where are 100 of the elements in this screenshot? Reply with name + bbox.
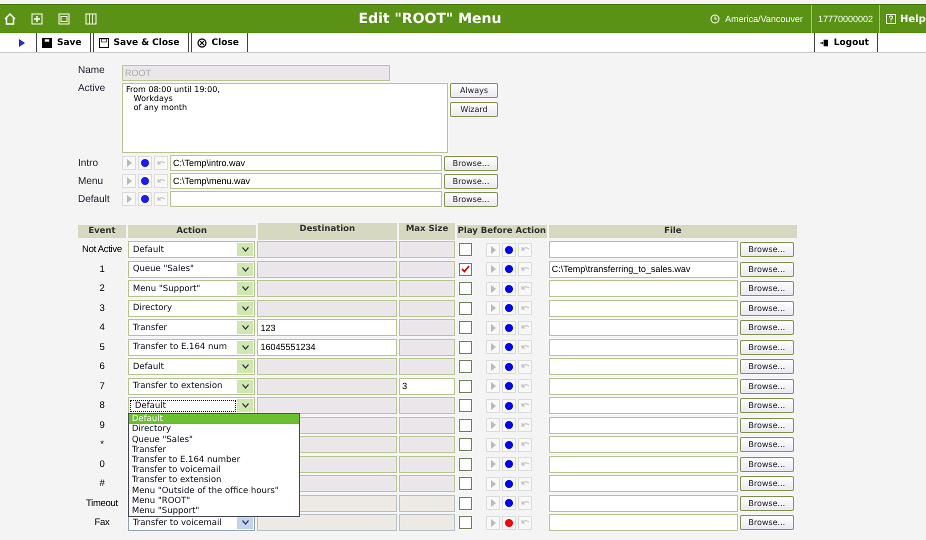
- action-dropdown[interactable]: Transfer: [128, 319, 256, 336]
- checkbox[interactable]: [459, 340, 472, 354]
- checkbox[interactable]: [459, 321, 472, 334]
- file-field[interactable]: C:\Temp\menu.wav: [170, 173, 442, 189]
- dropdown-option[interactable]: Menu "Outside of the office hours": [128, 486, 299, 496]
- file-field[interactable]: [170, 191, 442, 207]
- logout-button[interactable]: Logout: [814, 33, 878, 52]
- period-button[interactable]: Wizard: [450, 102, 498, 117]
- timezone-link[interactable]: America/Vancouver: [725, 14, 803, 24]
- action-dropdown[interactable]: Menu "Support": [128, 280, 256, 298]
- checkbox[interactable]: [459, 516, 472, 530]
- home-icon[interactable]: [4, 13, 16, 25]
- record-button[interactable]: [502, 340, 516, 354]
- max-size-field[interactable]: [399, 338, 456, 356]
- max-size-field[interactable]: [399, 358, 456, 376]
- browse-button[interactable]: Browse...: [740, 476, 794, 492]
- destination-field[interactable]: 123: [257, 319, 398, 336]
- dropdown-option[interactable]: Menu "Support": [128, 506, 299, 516]
- browse-button[interactable]: Browse...: [740, 515, 794, 530]
- checkbox[interactable]: [459, 418, 472, 432]
- file-field[interactable]: [548, 338, 738, 356]
- grid-icon[interactable]: [85, 13, 97, 25]
- destination-field[interactable]: [257, 397, 398, 414]
- checkbox[interactable]: [459, 477, 472, 490]
- file-field[interactable]: [548, 397, 738, 414]
- checkbox[interactable]: [459, 360, 472, 374]
- record-button[interactable]: [502, 516, 516, 530]
- max-size-field[interactable]: [399, 494, 456, 512]
- browse-button[interactable]: Browse...: [444, 174, 498, 188]
- checkbox[interactable]: [459, 496, 472, 510]
- record-button[interactable]: [502, 496, 516, 510]
- screen-icon[interactable]: [58, 13, 70, 25]
- save-close-button[interactable]: Save & Close: [92, 33, 189, 52]
- max-size-field[interactable]: [399, 260, 456, 278]
- play-button[interactable]: [486, 516, 500, 530]
- file-field[interactable]: [548, 514, 738, 532]
- browse-button[interactable]: Browse...: [740, 300, 794, 316]
- record-button[interactable]: [502, 398, 516, 413]
- dropdown-option[interactable]: Menu "ROOT": [128, 496, 299, 506]
- destination-field[interactable]: [257, 358, 398, 376]
- file-field[interactable]: [548, 358, 738, 376]
- file-field[interactable]: C:\Temp\transferring_to_sales.wav: [548, 260, 738, 278]
- file-field[interactable]: [548, 436, 738, 454]
- browse-button[interactable]: Browse...: [740, 437, 794, 452]
- max-size-field[interactable]: 3: [399, 378, 456, 395]
- file-field[interactable]: [548, 494, 738, 512]
- browse-button[interactable]: Browse...: [740, 418, 794, 433]
- file-field[interactable]: [548, 319, 738, 336]
- checkbox[interactable]: [459, 380, 472, 393]
- file-field[interactable]: [548, 241, 738, 258]
- help-link[interactable]: Help: [900, 14, 926, 24]
- browse-button[interactable]: Browse...: [444, 192, 498, 206]
- record-button[interactable]: [502, 242, 516, 257]
- record-button[interactable]: [502, 320, 516, 335]
- destination-field[interactable]: [257, 241, 398, 258]
- record-button[interactable]: [502, 282, 516, 296]
- file-field[interactable]: [548, 378, 738, 395]
- dropdown-option[interactable]: Transfer to voicemail: [128, 465, 299, 476]
- record-button[interactable]: [502, 457, 516, 472]
- browse-button[interactable]: Browse...: [740, 359, 794, 374]
- file-field[interactable]: [548, 456, 738, 473]
- checkbox[interactable]: [459, 302, 472, 315]
- max-size-field[interactable]: [399, 280, 456, 298]
- max-size-field[interactable]: [399, 319, 456, 336]
- action-dropdown[interactable]: Directory: [128, 300, 256, 317]
- dropdown-option[interactable]: Directory: [128, 424, 299, 435]
- checkbox[interactable]: [459, 458, 472, 471]
- browse-button[interactable]: Browse...: [740, 456, 794, 472]
- browse-button[interactable]: Browse...: [740, 398, 794, 414]
- file-field[interactable]: [548, 280, 738, 298]
- record-button[interactable]: [502, 476, 516, 491]
- record-button[interactable]: [502, 438, 516, 452]
- active-period-field[interactable]: From 08:00 until 19:00, Workdays of any month: [122, 83, 448, 153]
- record-button[interactable]: [138, 174, 152, 188]
- browse-button[interactable]: Browse...: [740, 496, 794, 511]
- max-size-field[interactable]: [399, 436, 456, 454]
- max-size-field[interactable]: [399, 300, 456, 317]
- browse-button[interactable]: Browse...: [740, 378, 794, 394]
- browse-button[interactable]: Browse...: [740, 281, 794, 296]
- max-size-field[interactable]: [399, 397, 456, 414]
- close-button[interactable]: Close: [190, 33, 248, 52]
- file-field[interactable]: C:\Temp\intro.wav: [170, 155, 442, 171]
- browse-button[interactable]: Browse...: [444, 156, 498, 170]
- browse-button[interactable]: Browse...: [740, 320, 794, 336]
- play-icon[interactable]: [18, 38, 26, 46]
- undo-button[interactable]: [518, 516, 532, 530]
- file-field[interactable]: [548, 416, 738, 434]
- file-field[interactable]: [548, 300, 738, 317]
- browse-button[interactable]: Browse...: [740, 340, 794, 355]
- destination-field[interactable]: [257, 378, 398, 395]
- plus-box-icon[interactable]: [31, 13, 43, 25]
- file-field[interactable]: [548, 475, 738, 492]
- action-dropdown[interactable]: Queue "Sales": [128, 260, 256, 278]
- dropdown-option[interactable]: Transfer: [128, 444, 299, 456]
- record-button[interactable]: [502, 360, 516, 374]
- record-button[interactable]: [502, 301, 516, 316]
- action-dropdown[interactable]: Transfer to E.164 num: [128, 338, 256, 356]
- max-size-field[interactable]: [399, 416, 456, 434]
- save-button[interactable]: Save: [36, 33, 91, 52]
- destination-field[interactable]: [257, 514, 398, 532]
